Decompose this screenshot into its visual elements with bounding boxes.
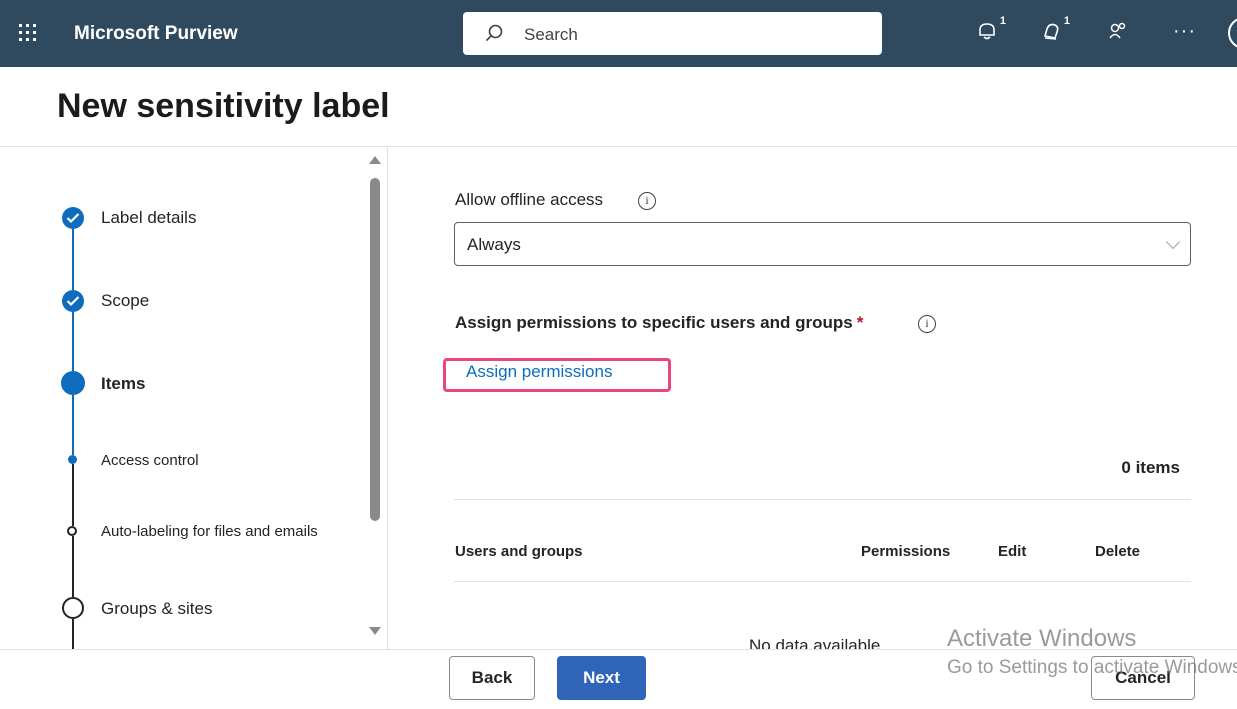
alerts-badge: 1 xyxy=(1063,15,1070,27)
community-icon[interactable] xyxy=(1107,20,1133,46)
step-connector xyxy=(72,312,74,371)
table-top-divider xyxy=(454,499,1191,500)
substep-auto-labeling[interactable]: Auto-labeling for files and emails xyxy=(101,521,321,542)
substep-access-control[interactable]: Access control xyxy=(101,450,199,471)
assign-permissions-heading: Assign permissions to specific users and… xyxy=(455,313,864,332)
step-connector xyxy=(72,536,74,597)
search-box[interactable]: Search xyxy=(463,12,882,55)
panel-divider xyxy=(387,146,388,649)
more-icon[interactable]: ··· xyxy=(1173,20,1196,43)
search-placeholder: Search xyxy=(524,25,578,44)
info-icon[interactable]: i xyxy=(918,315,936,333)
step-items[interactable]: Items xyxy=(101,374,145,394)
step-groups-sites[interactable]: Groups & sites xyxy=(101,599,213,619)
step-connector xyxy=(72,229,74,290)
offline-access-dropdown[interactable]: Always xyxy=(454,222,1191,266)
items-count: 0 items xyxy=(1121,458,1180,477)
step-completed-check-icon xyxy=(62,290,84,312)
info-icon[interactable]: i xyxy=(638,192,656,210)
notifications-bell-icon[interactable]: 1 xyxy=(976,15,1006,46)
notifications-badge: 1 xyxy=(999,15,1006,27)
back-button[interactable]: Back xyxy=(449,656,535,700)
wizard-scrollbar[interactable] xyxy=(367,152,383,647)
app-title[interactable]: Microsoft Purview xyxy=(74,23,238,45)
app-launcher-icon[interactable] xyxy=(19,24,39,44)
column-header-permissions[interactable]: Permissions xyxy=(861,543,950,560)
alerts-bell-icon[interactable]: 1 xyxy=(1040,15,1070,46)
required-marker: * xyxy=(856,313,864,332)
step-connector xyxy=(72,464,74,526)
page-title: New sensitivity label xyxy=(57,87,390,125)
scroll-up-icon[interactable] xyxy=(369,156,381,164)
step-connector xyxy=(72,619,74,649)
step-connector xyxy=(72,395,74,455)
step-scope[interactable]: Scope xyxy=(101,291,149,311)
activation-watermark-subtitle: Go to Settings to activate Windows. xyxy=(947,657,1237,678)
next-button[interactable]: Next xyxy=(557,656,646,700)
step-current-icon xyxy=(61,371,85,395)
offline-access-value: Always xyxy=(467,235,521,254)
scroll-down-icon[interactable] xyxy=(369,627,381,635)
avatar[interactable] xyxy=(1228,17,1237,49)
divider xyxy=(0,146,1237,147)
column-header-users-groups[interactable]: Users and groups xyxy=(455,543,583,560)
substep-pending-dot-icon xyxy=(67,526,77,536)
scroll-thumb[interactable] xyxy=(370,178,380,521)
column-header-delete[interactable]: Delete xyxy=(1095,543,1140,560)
top-bar: Microsoft Purview Search 1 1 ··· xyxy=(0,0,1237,67)
activation-watermark-title: Activate Windows xyxy=(947,625,1137,652)
column-header-edit[interactable]: Edit xyxy=(998,543,1026,560)
table-header-divider xyxy=(454,581,1191,582)
chevron-down-icon xyxy=(1165,234,1181,250)
substep-current-dot-icon xyxy=(68,455,77,464)
search-icon xyxy=(485,24,503,42)
step-pending-icon xyxy=(62,597,84,619)
assign-permissions-link[interactable]: Assign permissions xyxy=(466,362,612,382)
step-completed-check-icon xyxy=(62,207,84,229)
offline-access-label: Allow offline access xyxy=(455,190,604,209)
step-label-details[interactable]: Label details xyxy=(101,208,196,228)
